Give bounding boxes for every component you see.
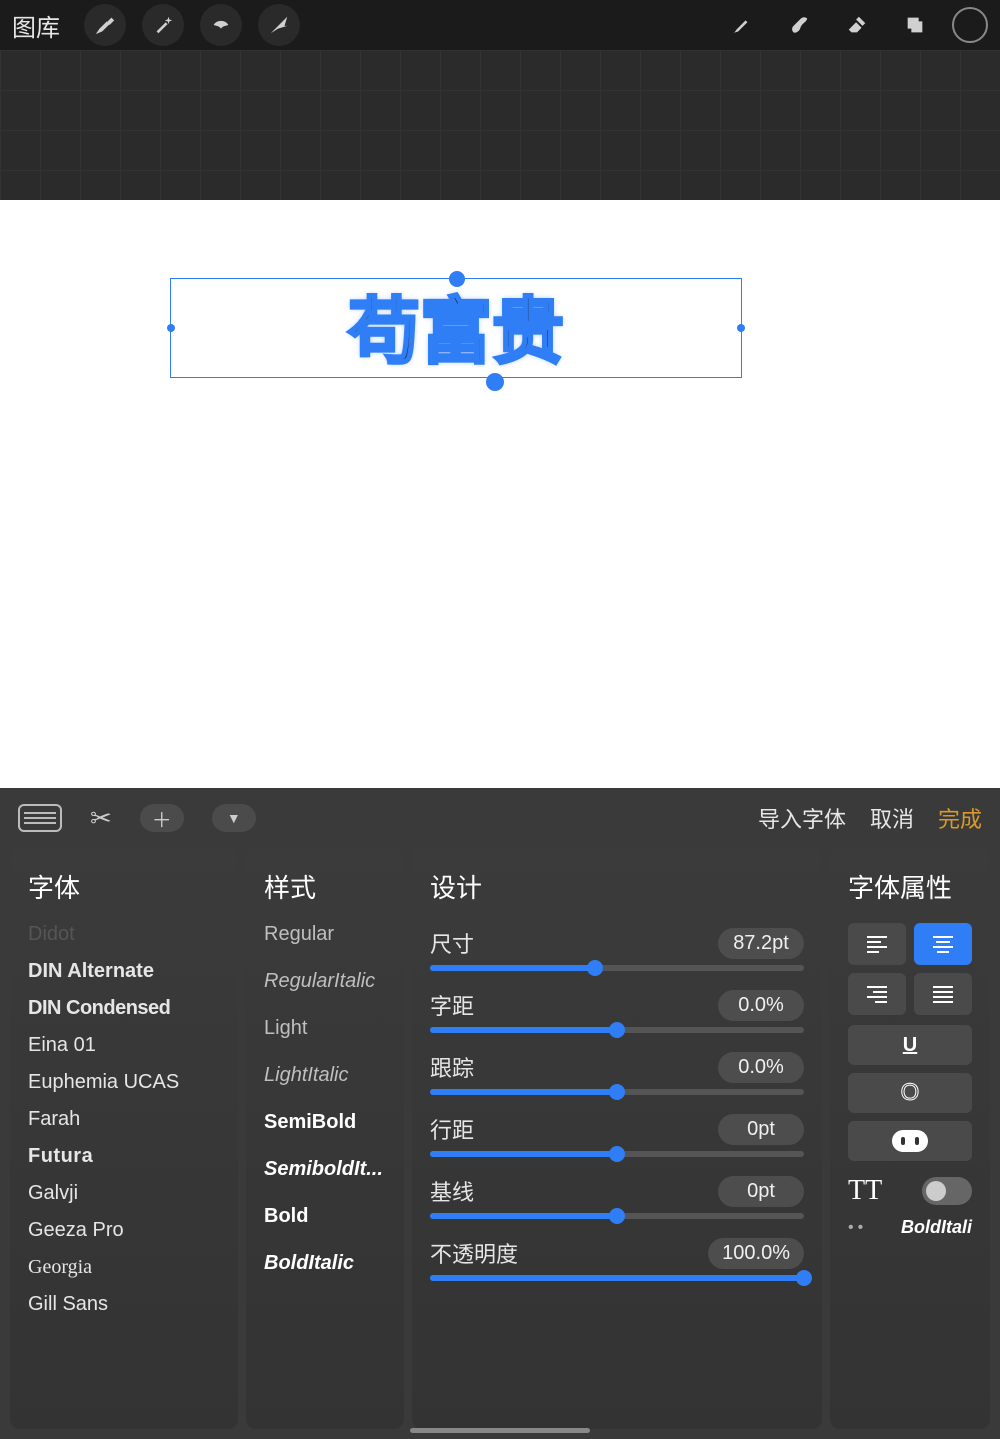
style-panel-title: 样式: [264, 868, 386, 905]
design-row-baseline: 基线 0pt: [430, 1175, 804, 1219]
design-label: 字距: [430, 989, 474, 1021]
cancel-button[interactable]: 取消: [870, 802, 914, 834]
text-editor-panel: ✂ ＋ ▼ 导入字体 取消 完成 字体 Didot DIN Alternate DI…: [0, 788, 1000, 1439]
design-row-kerning: 字距 0.0%: [430, 989, 804, 1033]
text-selection-box[interactable]: 苟富贵: [170, 278, 742, 378]
resize-handle-right[interactable]: [737, 324, 745, 332]
attribute-toggle[interactable]: [922, 1177, 972, 1205]
rotate-handle-top[interactable]: [449, 271, 465, 287]
design-label: 跟踪: [430, 1051, 474, 1083]
add-pill-button[interactable]: ＋: [140, 804, 184, 832]
done-button[interactable]: 完成: [938, 802, 982, 834]
keyboard-icon[interactable]: [18, 804, 62, 832]
font-item[interactable]: Geeza Pro: [28, 1219, 220, 1242]
design-row-leading: 行距 0pt: [430, 1113, 804, 1157]
design-label: 不透明度: [430, 1237, 518, 1269]
canvas-grid-background: [0, 50, 1000, 200]
canvas[interactable]: 苟富贵: [0, 200, 1000, 788]
slider-size[interactable]: [430, 965, 804, 971]
gallery-button[interactable]: 图库: [12, 8, 60, 43]
slider-tracking[interactable]: [430, 1089, 804, 1095]
font-item[interactable]: Farah: [28, 1108, 220, 1131]
style-item[interactable]: LightItalic: [264, 1064, 386, 1087]
slider-kerning[interactable]: [430, 1027, 804, 1033]
style-item[interactable]: Light: [264, 1017, 386, 1040]
align-center-button[interactable]: [914, 923, 972, 965]
design-value[interactable]: 87.2pt: [718, 928, 804, 959]
wrench-icon[interactable]: [84, 4, 126, 46]
style-item[interactable]: SemiBold: [264, 1111, 386, 1134]
attributes-panel: 字体属性 U O TT: [830, 848, 990, 1429]
design-label: 尺寸: [430, 927, 474, 959]
font-list[interactable]: Didot DIN Alternate DIN Condensed Eina 01 Eu…: [28, 923, 220, 1316]
capsule-button[interactable]: [848, 1121, 972, 1161]
design-value[interactable]: 0.0%: [718, 990, 804, 1021]
align-left-button[interactable]: [848, 923, 906, 965]
dots-icon: ••: [848, 1219, 867, 1237]
slider-leading[interactable]: [430, 1151, 804, 1157]
font-item[interactable]: Didot: [28, 923, 220, 946]
style-item[interactable]: SemiboldIt...: [264, 1158, 386, 1181]
font-panel-title: 字体: [28, 868, 220, 905]
design-panel: 设计 尺寸 87.2pt 字距 0.0% 跟踪 0.0% 行距 0pt 基线 0pt 不透明度 100…: [412, 848, 822, 1429]
brush-thin-icon[interactable]: [720, 4, 762, 46]
selection-icon[interactable]: [200, 4, 242, 46]
font-item[interactable]: Gill Sans: [28, 1293, 220, 1316]
layers-icon[interactable]: [894, 4, 936, 46]
design-row-opacity: 不透明度 100.0%: [430, 1237, 804, 1281]
top-toolbar: 图库: [0, 0, 1000, 50]
font-panel: 字体 Didot DIN Alternate DIN Condensed Eina 0…: [10, 848, 238, 1429]
slider-opacity[interactable]: [430, 1275, 804, 1281]
resize-handle-bottom[interactable]: [486, 373, 504, 391]
style-panel: 样式 Regular RegularItalic Light LightItalic S…: [246, 848, 404, 1429]
style-item[interactable]: RegularItalic: [264, 970, 386, 993]
import-font-button[interactable]: 导入字体: [758, 802, 846, 834]
align-right-button[interactable]: [848, 973, 906, 1015]
font-item[interactable]: Euphemia UCAS: [28, 1071, 220, 1094]
align-justify-button[interactable]: [914, 973, 972, 1015]
design-value[interactable]: 0.0%: [718, 1052, 804, 1083]
tt-case-button[interactable]: TT: [848, 1175, 882, 1207]
design-value[interactable]: 100.0%: [708, 1238, 804, 1269]
attributes-panel-title: 字体属性: [848, 868, 972, 905]
font-item[interactable]: Galvji: [28, 1182, 220, 1205]
smudge-icon[interactable]: [778, 4, 820, 46]
cut-icon[interactable]: ✂: [90, 803, 112, 834]
font-item[interactable]: DIN Condensed: [28, 997, 220, 1020]
style-list[interactable]: Regular RegularItalic Light LightItalic Semi…: [264, 923, 386, 1275]
style-item[interactable]: Regular: [264, 923, 386, 946]
panel-action-bar: ✂ ＋ ▼ 导入字体 取消 完成: [0, 788, 1000, 848]
style-item[interactable]: BoldItalic: [264, 1252, 386, 1275]
canvas-text[interactable]: 苟富贵: [348, 272, 564, 377]
design-value[interactable]: 0pt: [718, 1176, 804, 1207]
design-row-size: 尺寸 87.2pt: [430, 927, 804, 971]
bolditalic-label: BoldItali: [901, 1217, 972, 1238]
design-label: 行距: [430, 1113, 474, 1145]
font-item[interactable]: Eina 01: [28, 1034, 220, 1057]
magic-wand-icon[interactable]: [142, 4, 184, 46]
dropdown-pill-button[interactable]: ▼: [212, 804, 256, 832]
slider-baseline[interactable]: [430, 1213, 804, 1219]
design-row-tracking: 跟踪 0.0%: [430, 1051, 804, 1095]
eraser-icon[interactable]: [836, 4, 878, 46]
color-picker-ring[interactable]: [952, 7, 988, 43]
outline-button[interactable]: O: [848, 1073, 972, 1113]
resize-handle-left[interactable]: [167, 324, 175, 332]
style-item[interactable]: Bold: [264, 1205, 386, 1228]
font-item[interactable]: Georgia: [28, 1256, 220, 1279]
underline-button[interactable]: U: [848, 1025, 972, 1065]
design-label: 基线: [430, 1175, 474, 1207]
font-item[interactable]: Futura: [28, 1145, 220, 1168]
design-value[interactable]: 0pt: [718, 1114, 804, 1145]
home-indicator: [410, 1428, 590, 1433]
font-item[interactable]: DIN Alternate: [28, 960, 220, 983]
arrow-icon[interactable]: [258, 4, 300, 46]
design-panel-title: 设计: [430, 868, 804, 905]
